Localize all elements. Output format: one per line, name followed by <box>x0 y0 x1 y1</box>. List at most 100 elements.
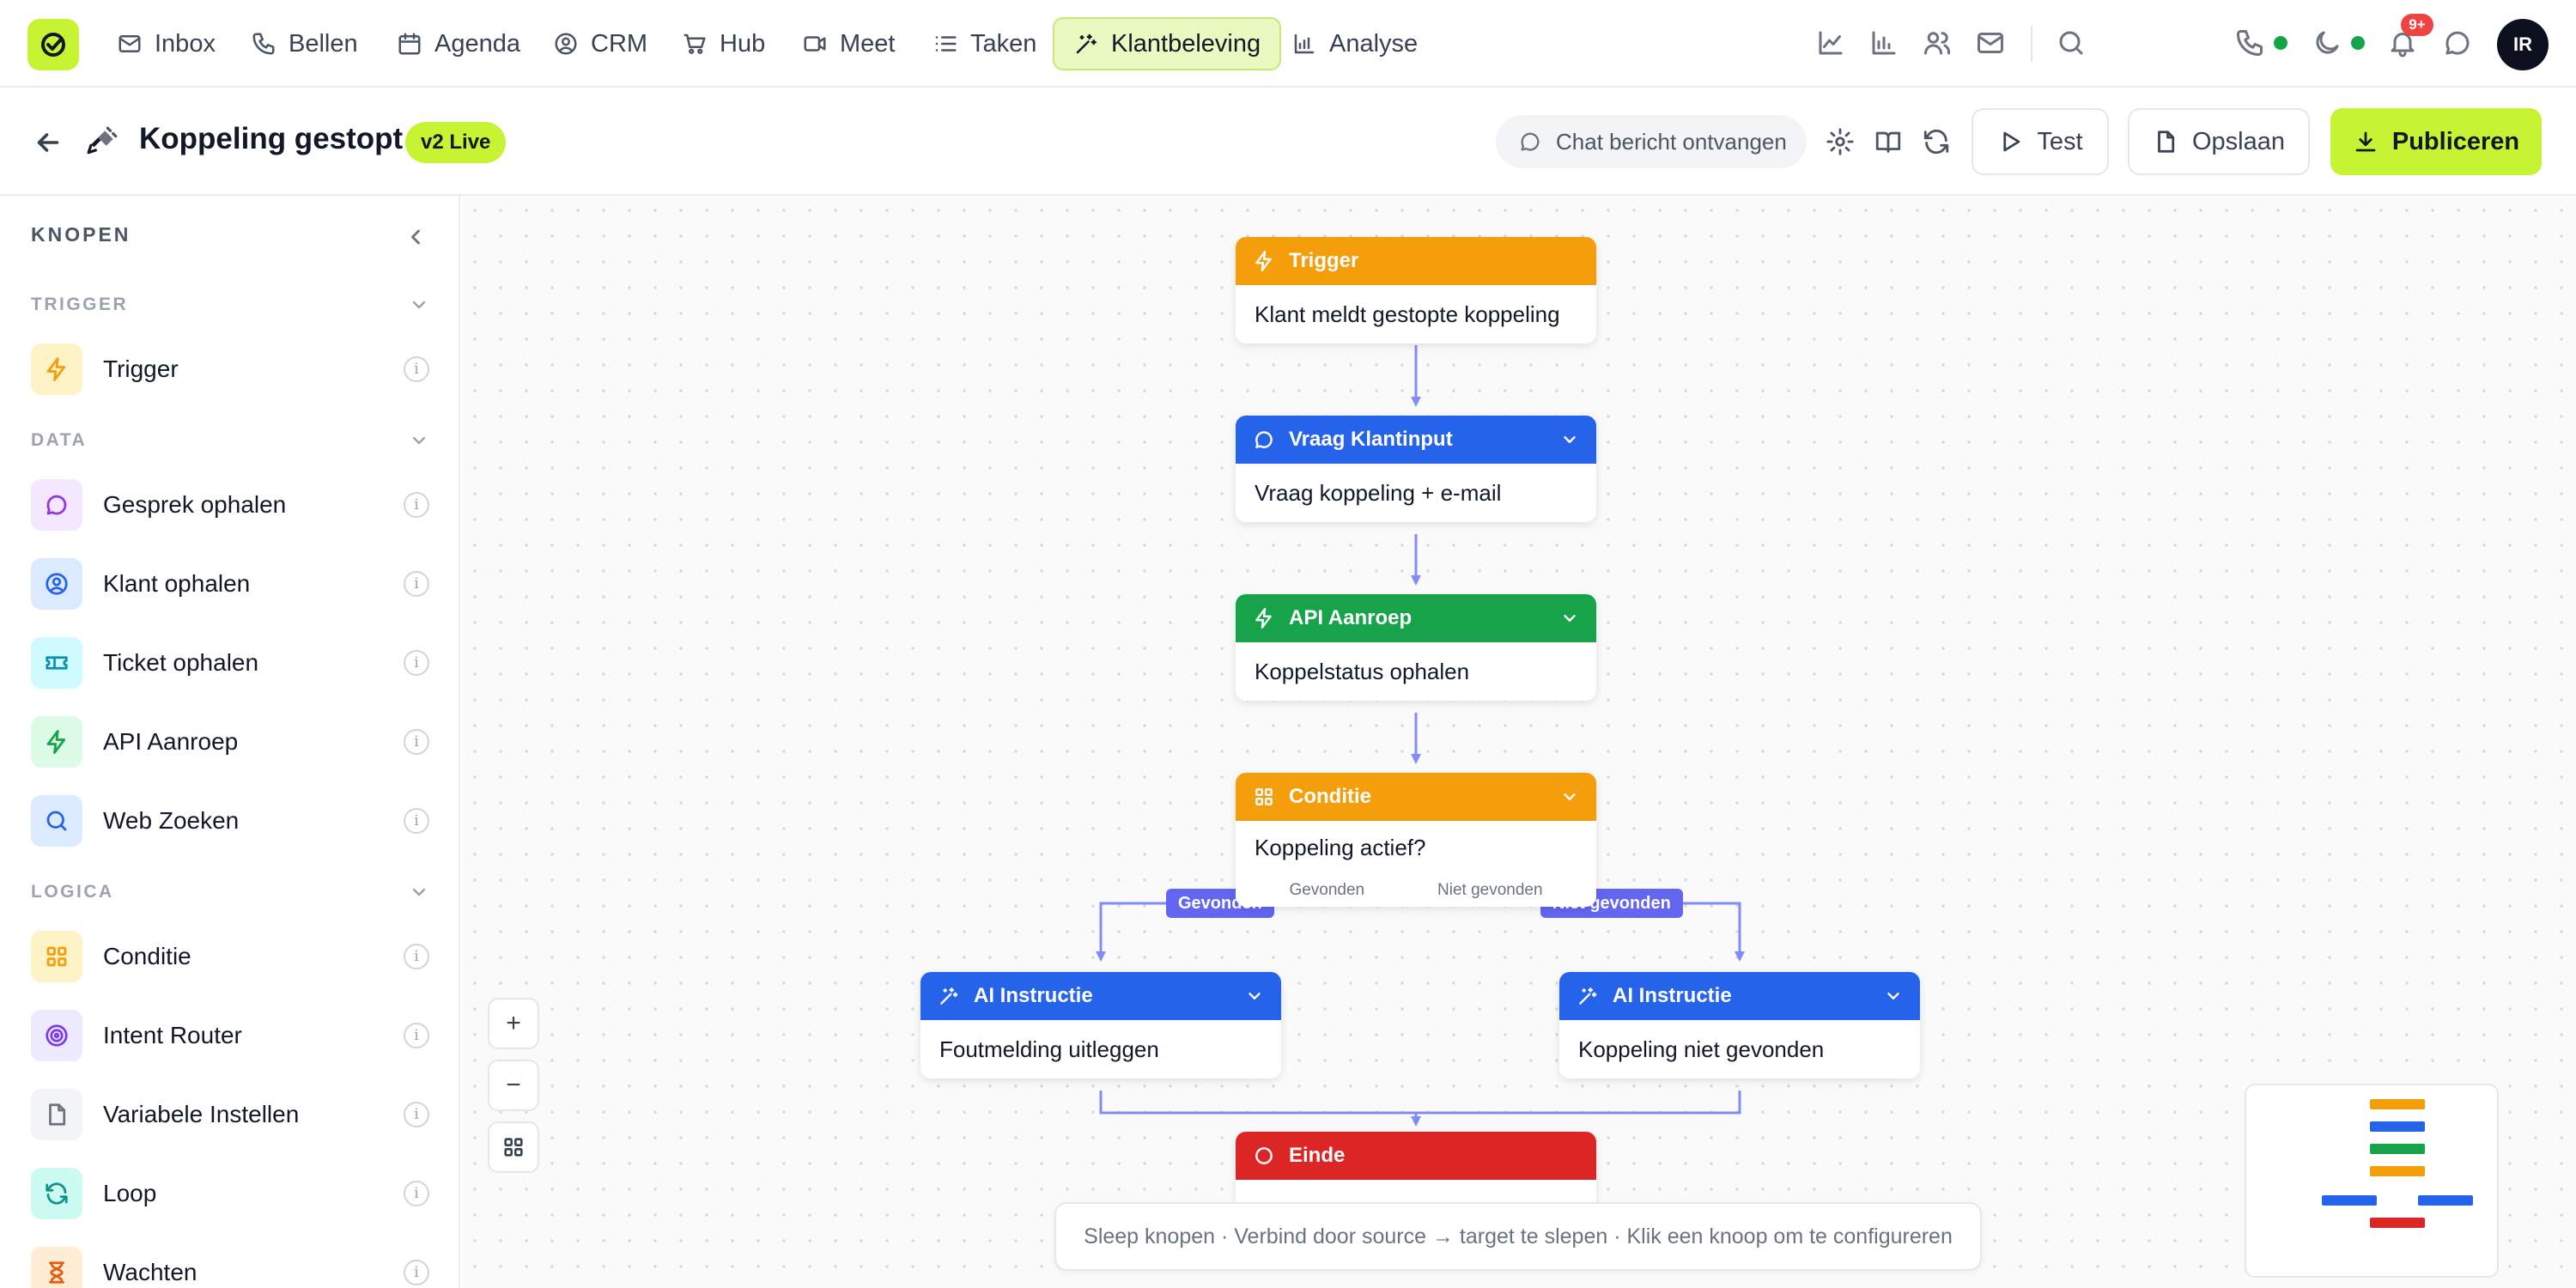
nav-crm-label: CRM <box>591 29 648 58</box>
phone-status-button[interactable] <box>2234 27 2265 58</box>
chat-bubble-icon <box>1255 431 1273 448</box>
palette-item-ticket-ophalen[interactable]: Ticket ophalen i <box>31 635 429 690</box>
target-icon <box>31 1010 82 1061</box>
section-data[interactable]: DATA <box>31 428 429 453</box>
output-handle-found[interactable]: Gevonden <box>1289 881 1364 900</box>
info-icon[interactable]: i <box>404 729 429 755</box>
info-icon[interactable]: i <box>404 571 429 597</box>
node-title: AI Instructie <box>1613 984 1732 1007</box>
bolt-icon <box>31 343 82 395</box>
palette-item-intent-router[interactable]: Intent Router i <box>31 1008 429 1063</box>
flow-node-conditie[interactable]: Conditie Koppeling actief? Gevonden Niet… <box>1236 773 1596 907</box>
chevron-down-icon[interactable] <box>1245 987 1264 1005</box>
palette-item-gesprek-ophalen[interactable]: Gesprek ophalen i <box>31 477 429 532</box>
sparkle-wand-icon <box>1579 987 1597 1005</box>
section-trigger[interactable]: TRIGGER <box>31 292 429 318</box>
collapse-sidebar-button[interactable] <box>404 225 428 249</box>
logo-icon <box>41 33 65 57</box>
chevron-left-icon <box>411 229 420 245</box>
zoom-in-button[interactable]: + <box>488 998 539 1049</box>
info-icon[interactable]: i <box>404 650 429 676</box>
info-icon[interactable]: i <box>404 944 429 969</box>
fit-view-button[interactable] <box>488 1121 539 1173</box>
flow-canvas[interactable]: Gevonden Niet gevonden Trigger Klant mel… <box>462 197 2576 1288</box>
chevron-down-icon[interactable] <box>1560 430 1579 449</box>
docs-button[interactable] <box>1874 127 1903 156</box>
bar-chart-icon <box>1872 31 1896 55</box>
flow-node-ai-instructie-left[interactable]: AI Instructie Foutmelding uitleggen <box>920 972 1281 1078</box>
nav-klantbeleving[interactable]: Klantbeleving <box>1053 17 1282 70</box>
test-button[interactable]: Test <box>1971 108 2109 175</box>
info-icon[interactable]: i <box>404 1181 429 1206</box>
back-button[interactable] <box>33 127 64 158</box>
palette-item-trigger[interactable]: Trigger i <box>31 342 429 397</box>
info-icon[interactable]: i <box>404 492 429 518</box>
team-button[interactable] <box>1922 27 1953 58</box>
save-button[interactable]: Opslaan <box>2128 108 2310 175</box>
plug-icon <box>86 125 118 158</box>
bolt-icon <box>1255 607 1272 629</box>
nav-bellen[interactable]: Bellen <box>244 17 365 70</box>
nav-hub[interactable]: Hub <box>675 17 772 70</box>
zoom-out-button[interactable]: − <box>488 1060 539 1111</box>
info-icon[interactable]: i <box>404 356 429 382</box>
minimap-node <box>2418 1195 2473 1206</box>
user-avatar[interactable]: IR <box>2497 19 2549 70</box>
trigger-event-label: Chat bericht ontvangen <box>1556 128 1787 155</box>
nav-meet[interactable]: Meet <box>795 17 902 70</box>
nav-inbox[interactable]: Inbox <box>110 17 222 70</box>
palette-item-conditie[interactable]: Conditie i <box>31 929 429 984</box>
palette-item-variabele-instellen[interactable]: Variabele Instellen i <box>31 1087 429 1142</box>
chat-button[interactable] <box>2442 27 2473 58</box>
top-navigation: Inbox Bellen Agenda CRM Hub Meet Taken K… <box>0 0 2576 88</box>
search-button[interactable] <box>2056 27 2087 58</box>
stats-button[interactable] <box>1868 27 1899 58</box>
refresh-button[interactable] <box>1922 127 1951 156</box>
minimap[interactable] <box>2245 1084 2499 1278</box>
chevron-down-icon[interactable] <box>1560 787 1579 806</box>
flow-node-vraag-klantinput[interactable]: Vraag Klantinput Vraag koppeling + e-mai… <box>1236 416 1596 522</box>
chevron-down-icon[interactable] <box>1884 987 1903 1005</box>
info-icon[interactable]: i <box>404 1023 429 1048</box>
line-chart-button[interactable] <box>1815 27 1846 58</box>
chat-bubble-icon <box>2445 31 2470 55</box>
info-icon[interactable]: i <box>404 1260 429 1285</box>
flow-node-ai-instructie-right[interactable]: AI Instructie Koppeling niet gevonden <box>1559 972 1920 1078</box>
condition-outputs: Gevonden Niet gevonden <box>1236 874 1596 907</box>
nav-crm[interactable]: CRM <box>546 17 654 70</box>
moon-icon <box>2316 31 2339 54</box>
book-open-icon <box>1875 131 1901 153</box>
nav-analyse[interactable]: Analyse <box>1285 17 1425 70</box>
palette-item-wachten[interactable]: Wachten i <box>31 1245 429 1288</box>
info-icon[interactable]: i <box>404 1102 429 1127</box>
palette-item-klant-ophalen[interactable]: Klant ophalen i <box>31 556 429 611</box>
palette-item-label: Wachten <box>103 1259 197 1285</box>
node-header: Vraag Klantinput <box>1236 416 1596 464</box>
trigger-event-pill[interactable]: Chat bericht ontvangen <box>1496 115 1807 168</box>
grid-icon <box>1255 788 1273 805</box>
theme-toggle-button[interactable] <box>2312 27 2342 58</box>
node-body: Foutmelding uitleggen <box>939 1036 1159 1062</box>
nav-taken[interactable]: Taken <box>926 17 1043 70</box>
chevron-down-icon <box>412 436 426 445</box>
mail-button[interactable] <box>1975 27 2006 58</box>
palette-item-api-aanroep[interactable]: API Aanroep i <box>31 714 429 769</box>
chevron-down-icon[interactable] <box>1560 609 1579 628</box>
flow-title[interactable]: Koppeling gestopt <box>139 122 403 156</box>
flow-node-api-aanroep[interactable]: API Aanroep Koppelstatus ophalen <box>1236 594 1596 701</box>
nav-agenda[interactable]: Agenda <box>390 17 527 70</box>
palette-item-loop[interactable]: Loop i <box>31 1166 429 1221</box>
flow-node-trigger[interactable]: Trigger Klant meldt gestopte koppeling <box>1236 237 1596 343</box>
settings-button[interactable] <box>1826 127 1855 156</box>
node-body: Koppeling niet gevonden <box>1578 1036 1825 1062</box>
nav-bellen-label: Bellen <box>289 29 358 58</box>
palette-item-web-zoeken[interactable]: Web Zoeken i <box>31 793 429 848</box>
info-icon[interactable]: i <box>404 808 429 834</box>
section-logica[interactable]: LOGICA <box>31 879 429 905</box>
bar-chart-icon <box>1294 33 1315 54</box>
palette-item-label: Trigger <box>103 355 179 382</box>
publish-button[interactable]: Publiceren <box>2330 108 2542 175</box>
node-header: Conditie <box>1236 773 1596 821</box>
app-logo[interactable] <box>27 19 79 70</box>
output-handle-not-found[interactable]: Niet gevonden <box>1437 881 1543 900</box>
